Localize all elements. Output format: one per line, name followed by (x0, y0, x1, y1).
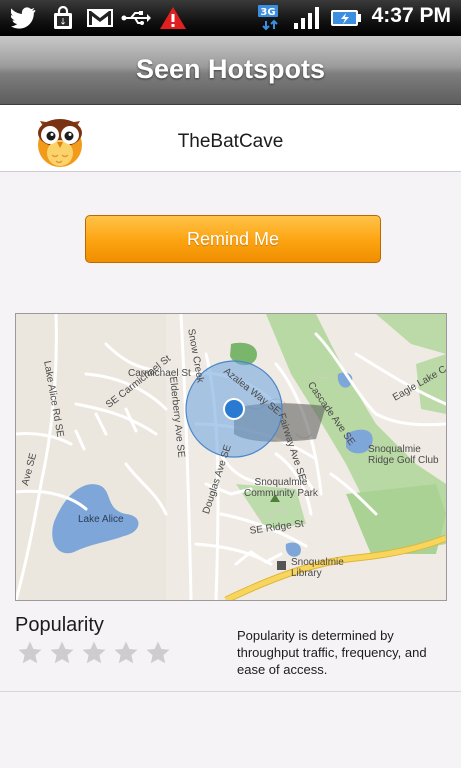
title-bar: Seen Hotspots (0, 36, 461, 105)
star-icon (50, 641, 74, 664)
star-icon (114, 641, 138, 664)
map-label-community-park: Snoqualmie Community Park (244, 477, 318, 499)
star-icon (82, 641, 106, 664)
network-3g-icon: 3G (257, 5, 287, 31)
star-icon (146, 641, 170, 664)
star-icon (18, 641, 42, 664)
hotspot-name: TheBatCave (177, 131, 284, 152)
map-label-golf-club: Snoqualmie Ridge Golf Club (368, 444, 439, 466)
twitter-icon (8, 6, 40, 30)
usb-icon (120, 6, 152, 30)
warning-icon (158, 6, 188, 30)
battery-icon (330, 6, 362, 30)
status-time: 4:37 PM (371, 4, 451, 27)
hotspot-row[interactable]: TheBatCave (0, 105, 461, 172)
svg-text:3G: 3G (260, 7, 275, 18)
map-view[interactable]: Lake Alice Rd SE SE Carmichael St Carmic… (15, 313, 447, 601)
shopping-bag-icon: ↓ (48, 6, 78, 30)
popularity-label: Popularity (15, 614, 104, 636)
map-label-carmichael-st: Carmichael St (128, 368, 191, 379)
svg-text:↓: ↓ (59, 18, 67, 28)
status-bar: ↓ 3G 4:37 PM (0, 0, 461, 36)
remind-me-button[interactable]: Remind Me (85, 215, 381, 263)
divider (0, 691, 461, 692)
popularity-description: Popularity is determined by throughput t… (237, 628, 427, 677)
map-label-library: Snoqualmie Library (291, 557, 344, 579)
page-title: Seen Hotspots (135, 54, 326, 84)
signal-icon (292, 6, 322, 30)
popularity-stars (17, 640, 171, 666)
gmail-icon (85, 6, 115, 30)
map-label-lake-alice: Lake Alice (78, 514, 124, 525)
